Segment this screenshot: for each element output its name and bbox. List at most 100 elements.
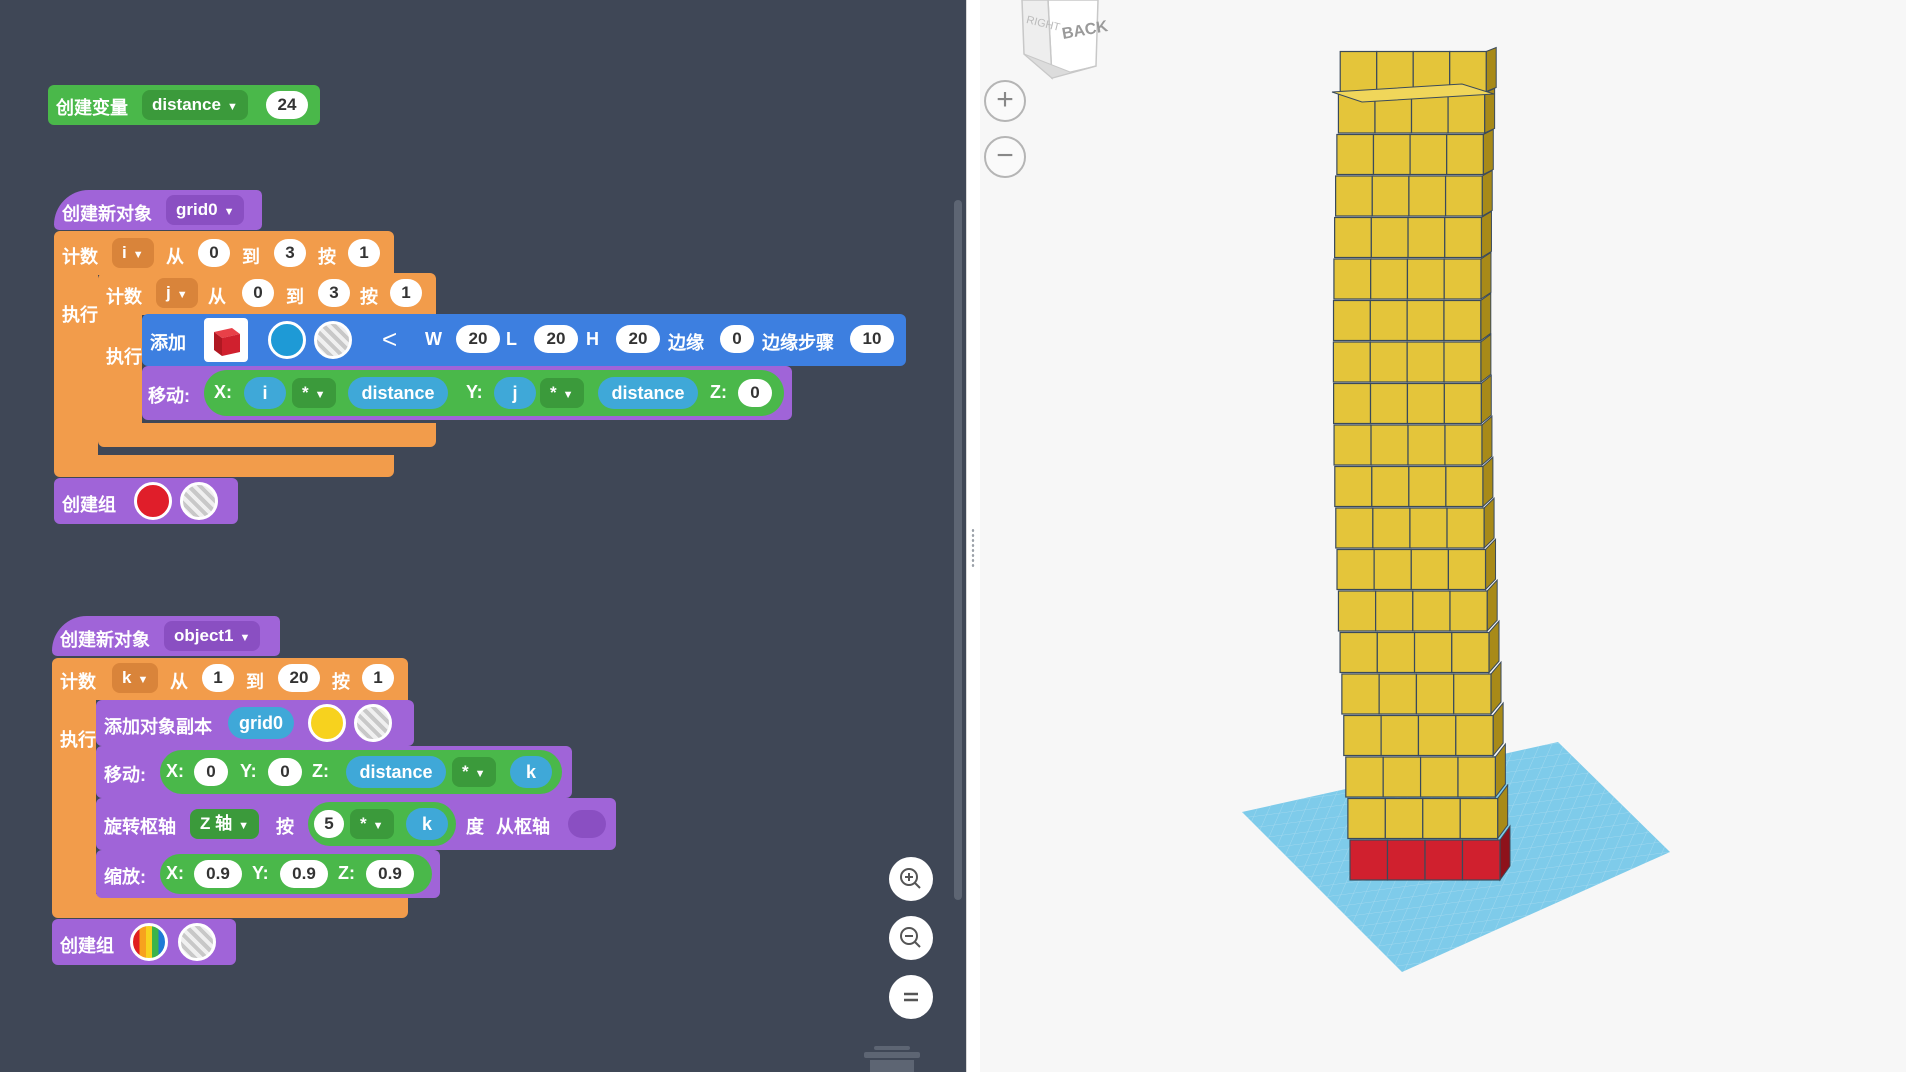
var-k[interactable]: k — [406, 808, 448, 840]
by-label: 按 — [276, 817, 294, 837]
edge-label: 边缘 — [668, 333, 704, 353]
operator-dropdown[interactable]: * ▼ — [350, 809, 394, 839]
degrees-label: 度 — [466, 817, 484, 837]
loop-var-dropdown[interactable]: k ▼ — [112, 663, 159, 693]
tower-layer — [1336, 128, 1494, 176]
operator-dropdown[interactable]: * ▼ — [540, 378, 584, 408]
loop-start-input[interactable]: 0 — [198, 239, 230, 267]
var-distance[interactable]: distance — [346, 756, 446, 788]
chevron-down-icon: ▼ — [132, 249, 144, 261]
height-label: H — [586, 329, 599, 349]
box-shape-icon[interactable] — [204, 318, 248, 362]
trash-icon[interactable] — [864, 1046, 920, 1072]
operator-dropdown[interactable]: * ▼ — [292, 378, 336, 408]
height-input[interactable]: 20 — [616, 325, 660, 353]
scale-x-input[interactable]: 0.9 — [194, 860, 242, 888]
angle-input[interactable]: 5 — [314, 810, 344, 838]
loop-count-label: 计数 — [106, 287, 142, 307]
add-object-copy-block[interactable]: 添加对象副本 grid0 — [96, 700, 414, 746]
3d-scene[interactable] — [980, 0, 1906, 1072]
hole-swatch[interactable] — [180, 482, 218, 520]
chevron-down-icon: ▼ — [137, 674, 149, 686]
variable-dropdown[interactable]: distance ▼ — [142, 90, 248, 120]
from-label: 从 — [166, 247, 184, 267]
zoom-out-icon — [900, 927, 921, 948]
loop-var-dropdown[interactable]: i ▼ — [112, 238, 154, 268]
chevron-left-icon[interactable]: < — [382, 324, 397, 355]
create-object-block[interactable]: 创建新对象 grid0 ▼ — [54, 190, 262, 230]
rotate-pivot-block[interactable]: 旋转枢轴 Z 轴 ▼ 按 5 * ▼ k 度 从枢轴 — [96, 798, 616, 850]
axis-dropdown[interactable]: Z 轴 ▼ — [190, 809, 259, 839]
add-shape-block[interactable]: 添加 < W 20 L 20 H 20 边缘 0 边缘步骤 10 — [142, 314, 906, 366]
reset-zoom-button[interactable] — [889, 975, 933, 1019]
hole-swatch[interactable] — [178, 923, 216, 961]
move-block[interactable]: 移动: X: i * ▼ distance Y: j * ▼ distance Z:… — [142, 366, 792, 420]
x-label: X: — [166, 863, 184, 883]
create-group-block[interactable]: 创建组 — [52, 919, 236, 965]
object-name-dropdown[interactable]: object1 ▼ — [164, 621, 261, 651]
loop-start-input[interactable]: 1 — [202, 664, 234, 692]
object-name-dropdown[interactable]: grid0 ▼ — [166, 195, 245, 225]
z-input[interactable]: 0 — [738, 379, 772, 407]
blocks-workspace[interactable]: 创建变量 distance ▼ 24 创建新对象 grid0 ▼ 计数 i ▼ 从 0… — [0, 0, 966, 1072]
edge-steps-input[interactable]: 10 — [850, 325, 894, 353]
z-label: Z: — [312, 761, 329, 781]
hole-swatch[interactable] — [314, 321, 352, 359]
loop-end-input[interactable]: 3 — [274, 239, 306, 267]
chevron-down-icon: ▼ — [223, 206, 235, 218]
loop-step-input[interactable]: 1 — [362, 664, 394, 692]
color-swatch-blue[interactable] — [268, 321, 306, 359]
width-label: W — [425, 329, 442, 349]
scale-xyz-group: X: 0.9 Y: 0.9 Z: 0.9 — [160, 854, 432, 894]
loop-start-input[interactable]: 0 — [242, 279, 274, 307]
length-input[interactable]: 20 — [534, 325, 578, 353]
create-object-block[interactable]: 创建新对象 object1 ▼ — [52, 616, 280, 656]
from-label: 从 — [170, 672, 188, 692]
scale-y-input[interactable]: 0.9 — [280, 860, 328, 888]
var-k[interactable]: k — [510, 756, 552, 788]
scale-block[interactable]: 缩放: X: 0.9 Y: 0.9 Z: 0.9 — [96, 850, 440, 898]
hole-swatch[interactable] — [354, 704, 392, 742]
y-label: Y: — [240, 761, 257, 781]
y-label: Y: — [252, 863, 269, 883]
twisted-tower-model — [1331, 46, 1511, 882]
zoom-out-button[interactable] — [889, 916, 933, 960]
resize-handle[interactable] — [971, 528, 975, 568]
loop-step-input[interactable]: 1 — [348, 239, 380, 267]
x-input[interactable]: 0 — [194, 758, 228, 786]
var-distance[interactable]: distance — [598, 377, 698, 409]
var-distance[interactable]: distance — [348, 377, 448, 409]
loop-step-input[interactable]: 1 — [390, 279, 422, 307]
zoom-in-button[interactable] — [889, 857, 933, 901]
loop-end-input[interactable]: 20 — [278, 664, 320, 692]
move-label: 移动: — [148, 386, 190, 406]
create-object-label: 创建新对象 — [60, 630, 150, 650]
width-input[interactable]: 20 — [456, 325, 500, 353]
chevron-down-icon: ▼ — [238, 820, 249, 832]
color-swatch-multicolor[interactable] — [130, 923, 168, 961]
color-swatch-red[interactable] — [134, 482, 172, 520]
y-input[interactable]: 0 — [268, 758, 302, 786]
loop-count-label: 计数 — [62, 247, 98, 267]
var-j[interactable]: j — [494, 377, 536, 409]
by-label: 按 — [332, 672, 350, 692]
var-i[interactable]: i — [244, 377, 286, 409]
create-variable-block[interactable]: 创建变量 distance ▼ 24 — [48, 85, 320, 125]
pivot-slot[interactable] — [568, 810, 606, 838]
chevron-down-icon: ▼ — [176, 289, 188, 301]
scale-z-input[interactable]: 0.9 — [366, 860, 414, 888]
3d-viewport[interactable]: RIGHT BACK + − — [980, 0, 1906, 1072]
object-ref-grid0[interactable]: grid0 — [228, 707, 294, 739]
variable-value-input[interactable]: 24 — [266, 91, 308, 119]
exec-label: 执行 — [106, 347, 142, 367]
operator-dropdown[interactable]: * ▼ — [452, 757, 496, 787]
loop-end-input[interactable]: 3 — [318, 279, 350, 307]
move-block[interactable]: 移动: X: 0 Y: 0 Z: distance * ▼ k — [96, 746, 572, 798]
edge-input[interactable]: 0 — [720, 325, 754, 353]
color-swatch-yellow[interactable] — [308, 704, 346, 742]
create-group-block[interactable]: 创建组 — [54, 478, 238, 524]
panel-divider[interactable] — [966, 0, 981, 1072]
loop-var-dropdown[interactable]: j ▼ — [156, 278, 198, 308]
vertical-scrollbar[interactable] — [954, 200, 962, 900]
angle-expression: 5 * ▼ k — [308, 802, 456, 846]
